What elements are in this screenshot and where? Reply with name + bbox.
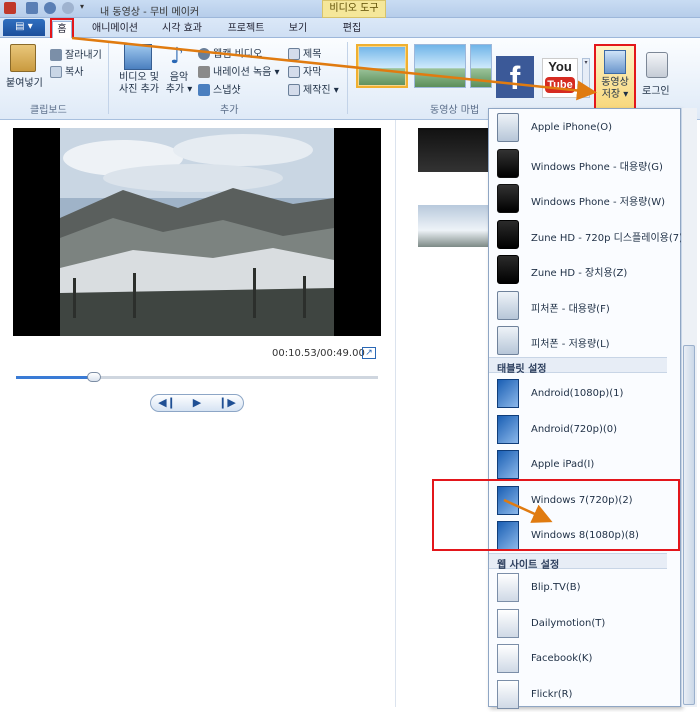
arrow-to-windows8 xyxy=(503,498,553,523)
arrow-home-to-save xyxy=(71,36,597,101)
annotation-arrows xyxy=(71,36,597,523)
